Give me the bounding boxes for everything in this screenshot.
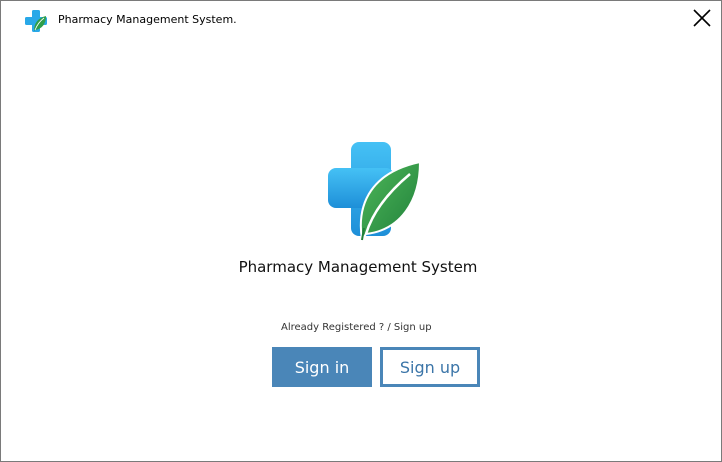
sign-in-button[interactable]: Sign in	[272, 347, 372, 387]
app-window: Pharmacy Management System. Pharmacy Man…	[0, 0, 722, 462]
pharmacy-logo-icon	[328, 142, 422, 243]
close-icon[interactable]	[691, 7, 713, 29]
registration-prompt: Already Registered ? / Sign up	[281, 322, 432, 333]
app-name-text: Pharmacy Management System	[238, 258, 478, 276]
app-name-heading: Pharmacy Management System	[1, 258, 721, 276]
sign-up-label: Sign up	[399, 357, 461, 377]
cross-leaf-logo-icon	[24, 9, 48, 33]
sign-in-label: Sign in	[294, 357, 350, 377]
window-title: Pharmacy Management System.	[58, 13, 237, 26]
sign-up-button[interactable]: Sign up	[380, 347, 480, 387]
title-bar: Pharmacy Management System.	[1, 1, 721, 39]
